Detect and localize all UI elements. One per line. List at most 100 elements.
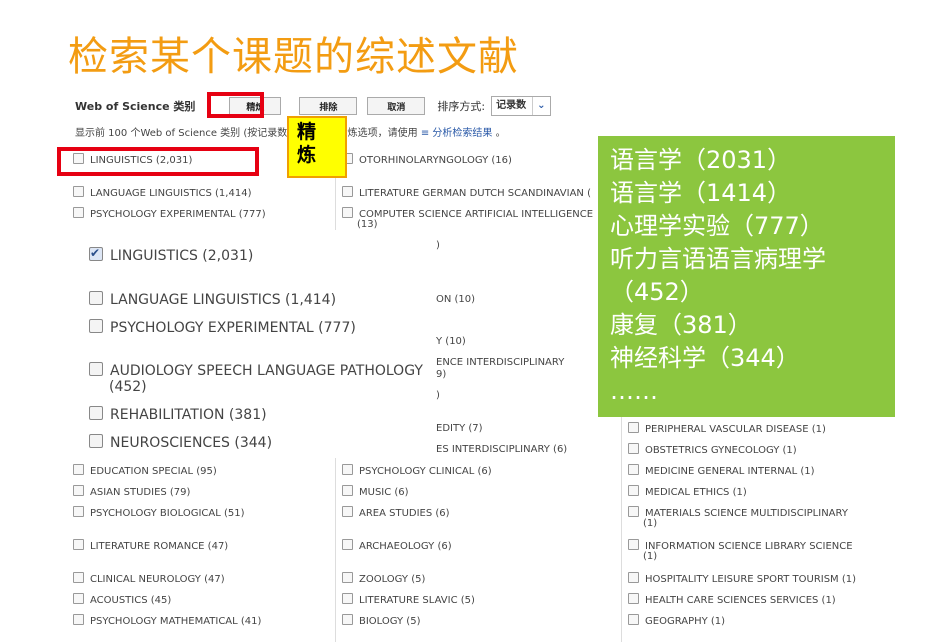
slide-title: 检索某个课题的综述文献: [68, 34, 519, 80]
wos-category-label: Web of Science 类别: [75, 100, 196, 113]
checkbox[interactable]: [628, 443, 639, 454]
checkbox-checked[interactable]: [89, 245, 103, 261]
checkbox[interactable]: [73, 464, 84, 475]
exclude-button[interactable]: 排除: [299, 97, 358, 115]
info-text-end: 。: [495, 128, 506, 139]
checkbox[interactable]: [73, 186, 84, 197]
checkbox[interactable]: [73, 572, 84, 583]
checkbox[interactable]: [89, 406, 103, 420]
category-item-partial: ): [436, 240, 440, 251]
category-item[interactable]: MATERIALS SCIENCE MULTIDISCIPLINARY: [628, 506, 848, 520]
checkbox[interactable]: [89, 291, 103, 305]
category-item-partial: Y (10): [436, 336, 466, 347]
summary-box: 语言学（2031） 语言学（1414） 心理学实验（777） 听力言语语言病理学…: [598, 136, 895, 417]
category-item[interactable]: MUSIC (6): [342, 485, 409, 499]
checkbox[interactable]: [628, 614, 639, 625]
summary-line: 听力言语语言病理学: [610, 245, 826, 273]
sort-select[interactable]: 记录数 ⌄: [491, 96, 551, 116]
category-item[interactable]: HOSPITALITY LEISURE SPORT TOURISM (1): [628, 572, 856, 586]
category-item[interactable]: MEDICINE GENERAL INTERNAL (1): [628, 464, 815, 478]
summary-line: ……: [610, 377, 658, 405]
category-item[interactable]: LITERATURE SLAVIC (5): [342, 593, 475, 607]
category-item-partial: ES INTERDISCIPLINARY (6): [436, 444, 568, 455]
category-item[interactable]: CLINICAL NEUROLOGY (47): [73, 572, 225, 586]
category-item[interactable]: PSYCHOLOGY CLINICAL (6): [342, 464, 492, 478]
summary-line: 心理学实验（777）: [610, 212, 824, 240]
checkbox[interactable]: [342, 186, 353, 197]
category-item[interactable]: ACOUSTICS (45): [73, 593, 171, 607]
category-item-partial: EDITY (7): [436, 423, 483, 434]
category-item[interactable]: OTORHINOLARYNGOLOGY (16): [342, 153, 512, 167]
category-item[interactable]: OBSTETRICS GYNECOLOGY (1): [628, 443, 797, 457]
checkbox[interactable]: [628, 572, 639, 583]
cancel-button[interactable]: 取消: [367, 97, 426, 115]
checkbox[interactable]: [73, 614, 84, 625]
category-item[interactable]: PSYCHOLOGY EXPERIMENTAL (777): [73, 207, 266, 221]
category-item[interactable]: PERIPHERAL VASCULAR DISEASE (1): [628, 422, 826, 436]
refine-highlight: [207, 92, 264, 118]
checkbox[interactable]: [342, 593, 353, 604]
category-item[interactable]: ARCHAEOLOGY (6): [342, 539, 452, 553]
category-item-partial: ENCE INTERDISCIPLINARY: [436, 357, 565, 368]
category-item[interactable]: LITERATURE GERMAN DUTCH SCANDINAVIAN (: [342, 186, 591, 200]
category-item[interactable]: ASIAN STUDIES (79): [73, 485, 190, 499]
category-item[interactable]: PSYCHOLOGY MATHEMATICAL (41): [73, 614, 261, 628]
checkbox[interactable]: [342, 614, 353, 625]
checkbox[interactable]: [73, 207, 84, 218]
category-item-partial: ): [436, 390, 440, 401]
chevron-down-icon: ⌄: [532, 97, 546, 115]
category-item-cont: (1): [643, 551, 658, 562]
checkbox[interactable]: [73, 593, 84, 604]
linguistics-highlight: [57, 147, 259, 176]
category-item[interactable]: INFORMATION SCIENCE LIBRARY SCIENCE: [628, 539, 853, 553]
zoom-item[interactable]: NEUROSCIENCES (344): [89, 434, 272, 451]
checkbox[interactable]: [342, 539, 353, 550]
summary-line: （452）: [610, 278, 704, 306]
checkbox[interactable]: [89, 319, 103, 333]
info-text-before: 显示前 100 个Web of Science 类别 (按记录数: [75, 128, 288, 139]
refine-toolbar: Web of Science 类别 精炼 排除 取消 排序方式: 记录数 ⌄: [75, 94, 551, 118]
zoom-item-linguistics[interactable]: LINGUISTICS (2,031): [89, 245, 253, 264]
category-item[interactable]: AREA STUDIES (6): [342, 506, 450, 520]
refine-tip: 精 炼: [287, 116, 347, 178]
zoom-item[interactable]: AUDIOLOGY SPEECH LANGUAGE PATHOLOGY: [89, 362, 423, 379]
analyze-icon: ≡: [420, 128, 430, 139]
checkbox[interactable]: [628, 539, 639, 550]
checkbox[interactable]: [89, 362, 103, 376]
checkbox[interactable]: [342, 572, 353, 583]
analyze-results-link[interactable]: 分析检索结果: [432, 128, 492, 139]
checkbox[interactable]: [73, 506, 84, 517]
checkbox[interactable]: [342, 207, 353, 218]
checkbox[interactable]: [628, 422, 639, 433]
checkbox[interactable]: [342, 506, 353, 517]
category-item[interactable]: BIOLOGY (5): [342, 614, 420, 628]
category-item[interactable]: GEOGRAPHY (1): [628, 614, 725, 628]
category-item-partial: 9): [436, 369, 447, 380]
category-item[interactable]: LITERATURE ROMANCE (47): [73, 539, 228, 553]
checkbox[interactable]: [342, 485, 353, 496]
category-item[interactable]: LANGUAGE LINGUISTICS (1,414): [73, 186, 251, 200]
summary-line: 康复（381）: [610, 311, 752, 339]
category-item-cont: (1): [643, 518, 658, 529]
sort-label: 排序方式:: [437, 100, 486, 113]
checkbox[interactable]: [628, 593, 639, 604]
category-item[interactable]: MEDICAL ETHICS (1): [628, 485, 747, 499]
category-item[interactable]: COMPUTER SCIENCE ARTIFICIAL INTELLIGENCE: [342, 207, 593, 221]
checkbox[interactable]: [89, 434, 103, 448]
summary-line: 语言学（2031）: [610, 146, 792, 174]
checkbox[interactable]: [628, 464, 639, 475]
summary-line: 神经科学（344）: [610, 344, 800, 372]
checkbox[interactable]: [73, 485, 84, 496]
zoom-item[interactable]: LANGUAGE LINGUISTICS (1,414): [89, 291, 336, 308]
category-item[interactable]: ZOOLOGY (5): [342, 572, 425, 586]
zoom-item[interactable]: REHABILITATION (381): [89, 406, 267, 423]
checkbox[interactable]: [73, 539, 84, 550]
checkbox[interactable]: [342, 464, 353, 475]
category-item[interactable]: EDUCATION SPECIAL (95): [73, 464, 217, 478]
category-item[interactable]: HEALTH CARE SCIENCES SERVICES (1): [628, 593, 836, 607]
category-item[interactable]: PSYCHOLOGY BIOLOGICAL (51): [73, 506, 245, 520]
checkbox[interactable]: [628, 485, 639, 496]
zoom-item[interactable]: PSYCHOLOGY EXPERIMENTAL (777): [89, 319, 356, 336]
checkbox[interactable]: [628, 506, 639, 517]
sort-value: 记录数: [496, 100, 527, 111]
